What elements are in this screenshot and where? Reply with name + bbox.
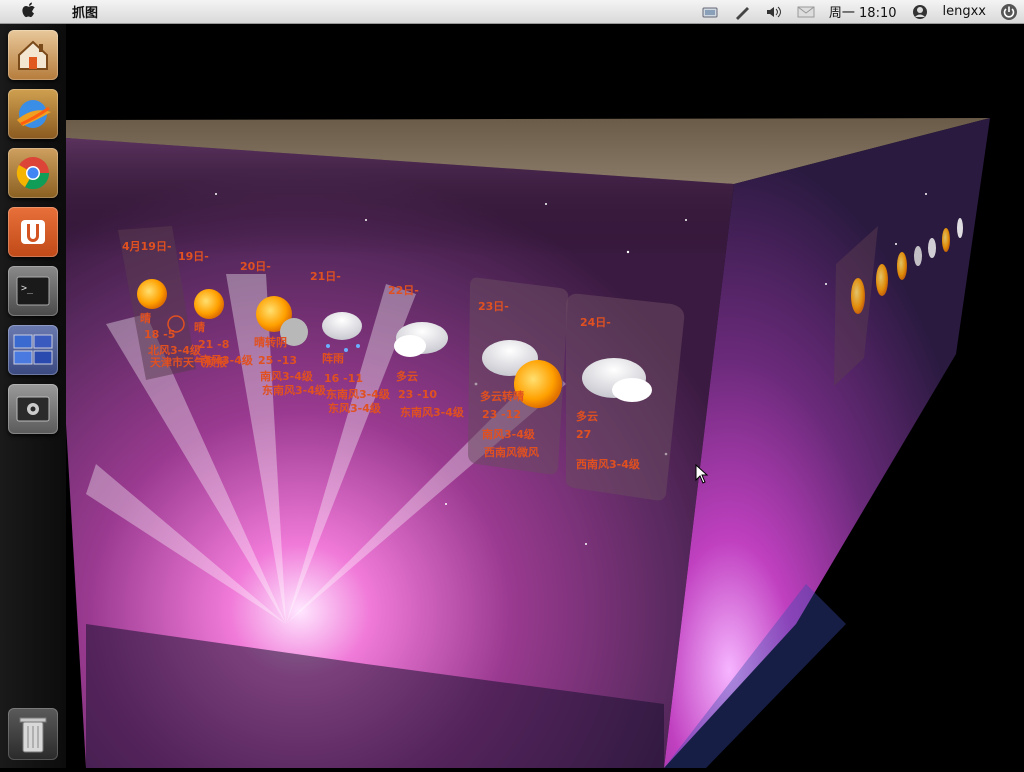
- chrome-icon[interactable]: [8, 148, 58, 198]
- forecast-wind-2: 南风3-4级: [260, 369, 314, 383]
- launcher: >_: [0, 24, 67, 768]
- forecast-cond-1: 晴: [194, 320, 205, 334]
- clock[interactable]: 周一 18:10: [829, 2, 897, 21]
- forecast-extra-2: 东南风3-4级: [262, 383, 327, 397]
- trash-icon[interactable]: [8, 708, 58, 760]
- forecast-cond-6: 多云: [576, 409, 598, 423]
- sun-icon: [137, 279, 167, 309]
- forecast-date-4: 22日-: [388, 284, 419, 297]
- desktop-cube: 4月19日- 晴 18 -5 北风3-4级 天津市天气预报 19日- 晴 21 …: [66, 24, 1024, 768]
- forecast-date-0: 4月19日-: [122, 240, 172, 253]
- terminal-icon[interactable]: >_: [8, 266, 58, 316]
- mail-icon[interactable]: [797, 3, 815, 21]
- sun-icon: [194, 289, 224, 319]
- forecast-temp-3: 16 -11: [324, 372, 363, 385]
- forecast-wind-6: 西南风3-4级: [576, 457, 641, 471]
- forecast-wind-3: 东南风3-4级: [326, 387, 391, 401]
- rain-cloud-icon: [322, 312, 362, 340]
- ubuntu-one-icon[interactable]: [8, 207, 58, 257]
- mouse-pointer-icon: [695, 464, 709, 484]
- cube-scene: 4月19日- 晴 18 -5 北风3-4级 天津市天气预报 19日- 晴 21 …: [66, 118, 990, 768]
- volume-icon[interactable]: [765, 3, 783, 21]
- forecast-cond-2: 晴转阴: [254, 335, 287, 349]
- username[interactable]: lengxx: [943, 4, 987, 19]
- forecast-date-5: 23日-: [478, 300, 509, 313]
- forecast-wind-1: 南风3-4级: [200, 353, 254, 367]
- pen-icon[interactable]: [733, 3, 751, 21]
- forecast-temp-5: 23 -12: [482, 408, 521, 421]
- network-icon[interactable]: [701, 3, 719, 21]
- forecast-cond-0: 晴: [140, 311, 151, 325]
- forecast-date-3: 21日-: [310, 270, 341, 283]
- forecast-wind-4: 东南风3-4级: [400, 405, 465, 419]
- forecast-wind-5: 南风3-4级: [482, 427, 536, 441]
- svg-text:>_: >_: [21, 283, 34, 294]
- forecast-card-5[interactable]: 23日- 多云转晴 23 -12 南风3-4级 西南风微风: [468, 277, 569, 475]
- forecast-temp-6: 27: [576, 428, 591, 441]
- forecast-temp-0: 18 -5: [144, 328, 175, 341]
- system-settings-icon[interactable]: [8, 384, 58, 434]
- workspace-switcher-icon[interactable]: [8, 325, 58, 375]
- forecast-temp-1: 21 -8: [198, 338, 229, 351]
- forecast-date-2: 20日-: [240, 260, 271, 273]
- forecast-cond-4: 多云: [396, 369, 418, 383]
- user-icon[interactable]: [911, 3, 929, 21]
- app-title[interactable]: 抓图: [72, 2, 98, 21]
- browser-icon[interactable]: [8, 89, 58, 139]
- apple-icon[interactable]: [22, 2, 46, 22]
- forecast-extra-3: 东风3-4级: [328, 401, 382, 415]
- home-folder-icon[interactable]: [8, 30, 58, 80]
- system-tray: 周一 18:10 lengxx: [701, 2, 1024, 21]
- forecast-cond-3: 阵雨: [322, 351, 344, 365]
- forecast-temp-4: 23 -10: [398, 388, 437, 401]
- forecast-date-1: 19日-: [178, 250, 209, 263]
- forecast-card-6[interactable]: 24日- 多云 27 西南风3-4级: [565, 293, 685, 501]
- forecast-cond-5: 多云转晴: [480, 389, 524, 403]
- forecast-wind-0: 北风3-4级: [148, 343, 202, 357]
- power-icon[interactable]: [1000, 3, 1018, 21]
- forecast-extra-5: 西南风微风: [484, 445, 539, 459]
- forecast-temp-2: 25 -13: [258, 354, 297, 367]
- forecast-date-6: 24日-: [580, 316, 611, 329]
- top-panel: 抓图 周一 18:10 lengxx: [0, 0, 1024, 24]
